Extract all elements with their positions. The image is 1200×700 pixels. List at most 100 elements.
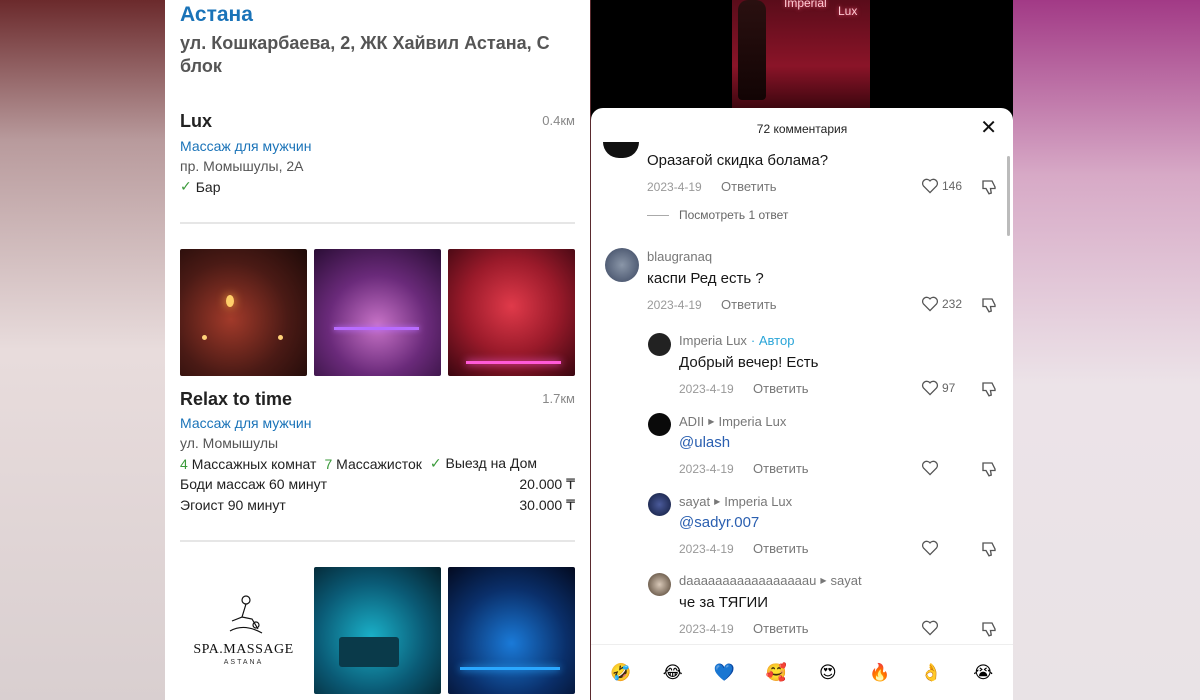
like-button[interactable] <box>921 540 942 556</box>
avatar[interactable] <box>648 493 671 516</box>
reply-button[interactable]: Ответить <box>753 541 809 556</box>
reply-button[interactable]: Ответить <box>753 621 809 636</box>
search-address: ул. Кошкарбаева, 2, ЖК Хайвил Астана, С … <box>180 33 550 76</box>
comment-date: 2023-4-19 <box>647 180 702 194</box>
emoji-ok-hand-icon[interactable]: 👌 <box>916 658 946 688</box>
listing-photo[interactable] <box>314 249 441 376</box>
like-count: 232 <box>942 297 963 311</box>
avatar[interactable] <box>648 573 671 596</box>
avatar[interactable] <box>605 248 639 282</box>
like-button[interactable] <box>921 460 942 476</box>
comment-text: Оразағой скидка болама? <box>647 152 829 169</box>
comment-text: че за ТЯГИИ <box>679 594 769 611</box>
emoji-quick-bar: 🤣 😂 💙 🥰 😍 🔥 👌 😭 <box>591 644 1013 700</box>
heart-icon <box>921 620 939 636</box>
dislike-icon[interactable] <box>980 460 998 478</box>
service-name: Эгоист 90 минут <box>180 497 286 513</box>
background-right <box>1013 0 1200 700</box>
dislike-icon[interactable] <box>980 178 998 196</box>
close-icon[interactable]: ✕ <box>980 118 997 138</box>
comment-username[interactable]: sayat ▶ Imperia Lux <box>679 494 792 509</box>
view-replies-button[interactable]: Посмотреть 1 ответ <box>647 208 788 222</box>
comment-text: Добрый вечер! Есть <box>679 354 819 371</box>
view-replies-label: Посмотреть 1 ответ <box>679 208 789 222</box>
emoji-heart-eyes-icon[interactable]: 😍 <box>813 658 843 688</box>
emoji-blue-heart-icon[interactable]: 💙 <box>709 658 739 688</box>
reply-arrow-icon: ▶ <box>820 576 827 585</box>
comment-date: 2023-4-19 <box>647 298 702 312</box>
listing-feature: ✓ Бар <box>180 178 221 195</box>
dislike-icon[interactable] <box>980 540 998 558</box>
listing-category[interactable]: Массаж для мужчин <box>180 415 311 431</box>
dislike-icon[interactable] <box>980 620 998 638</box>
avatar[interactable] <box>648 413 671 436</box>
video-comments-screen: Imperial Lux 72 комментария ✕ Оразағой с… <box>591 0 1013 700</box>
feature-label: Бар <box>195 178 221 195</box>
neon-sign-text: Imperial <box>784 0 827 10</box>
listing-distance: 1.7км <box>542 391 575 406</box>
heart-icon <box>921 540 939 556</box>
listing-photo[interactable] <box>448 249 575 376</box>
video-frame[interactable]: Imperial Lux <box>732 0 870 110</box>
logo-text: SPA.MASSAGE <box>193 642 294 657</box>
comment-date: 2023-4-19 <box>679 542 734 556</box>
emoji-crying-icon[interactable]: 😭 <box>968 658 998 688</box>
reply-button[interactable]: Ответить <box>753 461 809 476</box>
price-row: Боди массаж 60 минут 20.000 ₸ <box>180 476 575 493</box>
neon-sign-text: Lux <box>838 4 858 18</box>
comment-date: 2023-4-19 <box>679 462 734 476</box>
reply-button[interactable]: Ответить <box>721 179 777 194</box>
listing-photo[interactable] <box>314 567 441 694</box>
logo-subtext: ASTANA <box>223 659 264 666</box>
listing-category[interactable]: Массаж для мужчин <box>180 138 311 154</box>
listing-name[interactable]: Lux <box>180 111 212 132</box>
emoji-rofl-icon[interactable]: 🤣 <box>606 658 636 688</box>
reply-button[interactable]: Ответить <box>753 381 809 396</box>
emoji-fire-icon[interactable]: 🔥 <box>865 658 895 688</box>
like-button[interactable]: 146 <box>921 178 962 194</box>
listing-address: пр. Момышулы, 2А <box>180 158 304 174</box>
comment-username[interactable]: blaugranaq <box>647 249 712 264</box>
comment-mention[interactable]: @ulash <box>679 434 730 451</box>
comment-username[interactable]: ADII ▶ Imperia Lux <box>679 414 786 429</box>
dislike-icon[interactable] <box>980 380 998 398</box>
heart-icon <box>921 460 939 476</box>
service-price: 30.000 ₸ <box>519 497 575 513</box>
rooms-stat: 4 Массажных комнат <box>180 455 317 472</box>
comment-username[interactable]: daaaaaaaaaaaaaaaaau ▶ sayat <box>679 573 862 588</box>
masseuses-stat: 7 Массажисток <box>324 455 422 472</box>
avatar[interactable] <box>648 333 671 356</box>
outcall-feature: ✓ Выезд на Дом <box>429 455 538 471</box>
comment-date: 2023-4-19 <box>679 382 734 396</box>
divider <box>180 222 575 224</box>
service-name: Боди массаж 60 минут <box>180 476 328 492</box>
service-price: 20.000 ₸ <box>519 476 575 492</box>
like-count: 97 <box>942 381 956 395</box>
like-button[interactable]: 97 <box>921 380 955 396</box>
listing-distance: 0.4км <box>542 113 575 128</box>
like-button[interactable]: 232 <box>921 296 962 312</box>
emoji-smiling-hearts-icon[interactable]: 🥰 <box>761 658 791 688</box>
heart-icon <box>921 296 939 312</box>
comment-username[interactable]: Imperia Lux · Автор <box>679 333 794 348</box>
city-title: Астана <box>180 3 253 26</box>
massage-logo-icon <box>229 595 263 634</box>
spa-logo[interactable]: SPA.MASSAGE ASTANA <box>180 567 307 694</box>
listing-photo[interactable] <box>448 567 575 694</box>
listings-panel: Астана ул. Кошкарбаева, 2, ЖК Хайвил Аст… <box>165 0 590 700</box>
emoji-joy-icon[interactable]: 😂 <box>658 658 688 688</box>
like-button[interactable] <box>921 620 942 636</box>
scrollbar[interactable] <box>1007 156 1010 236</box>
replies-line <box>647 214 669 216</box>
listing-name[interactable]: Relax to time <box>180 389 292 410</box>
dislike-icon[interactable] <box>980 296 998 314</box>
author-badge: · Автор <box>750 333 795 348</box>
comment-mention[interactable]: @sadyr.007 <box>679 514 759 531</box>
listing-stats: 4 Массажных комнат 7 Массажисток ✓ Выезд… <box>180 455 537 472</box>
reply-button[interactable]: Ответить <box>721 297 777 312</box>
checkmark-icon: ✓ <box>180 178 192 194</box>
comments-sheet: 72 комментария ✕ Оразағой скидка болама?… <box>591 108 1013 700</box>
listing-photo[interactable] <box>180 249 307 376</box>
avatar[interactable] <box>603 142 639 158</box>
like-count: 146 <box>942 179 963 193</box>
